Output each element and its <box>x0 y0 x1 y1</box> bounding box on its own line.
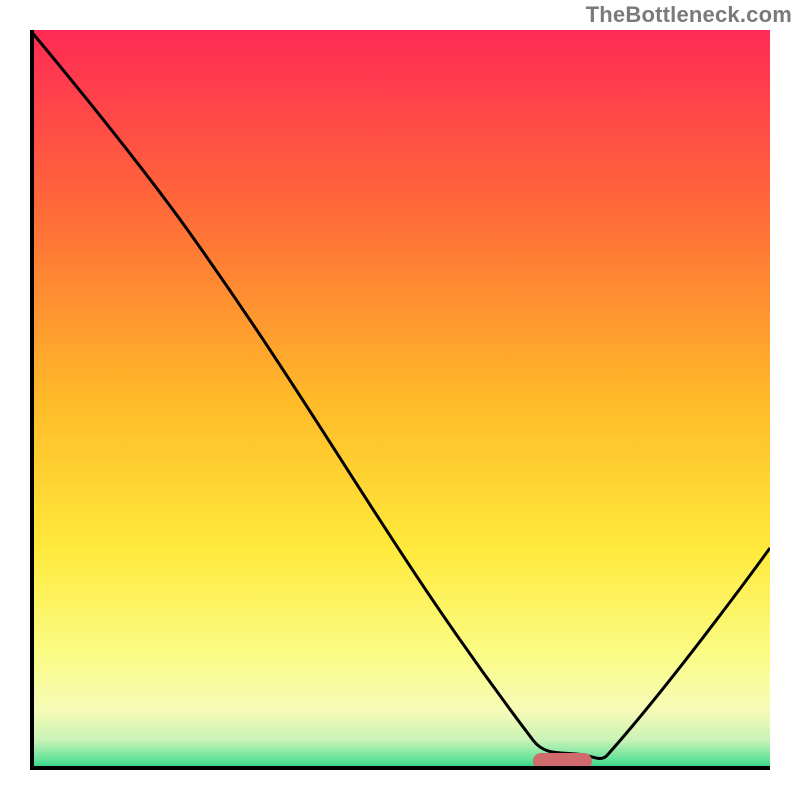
chart-stage: TheBottleneck.com <box>0 0 800 800</box>
plot-area <box>30 30 770 770</box>
gradient-background <box>30 30 770 770</box>
attribution-text: TheBottleneck.com <box>586 2 792 28</box>
target-marker <box>533 753 592 769</box>
plot-svg <box>30 30 770 770</box>
